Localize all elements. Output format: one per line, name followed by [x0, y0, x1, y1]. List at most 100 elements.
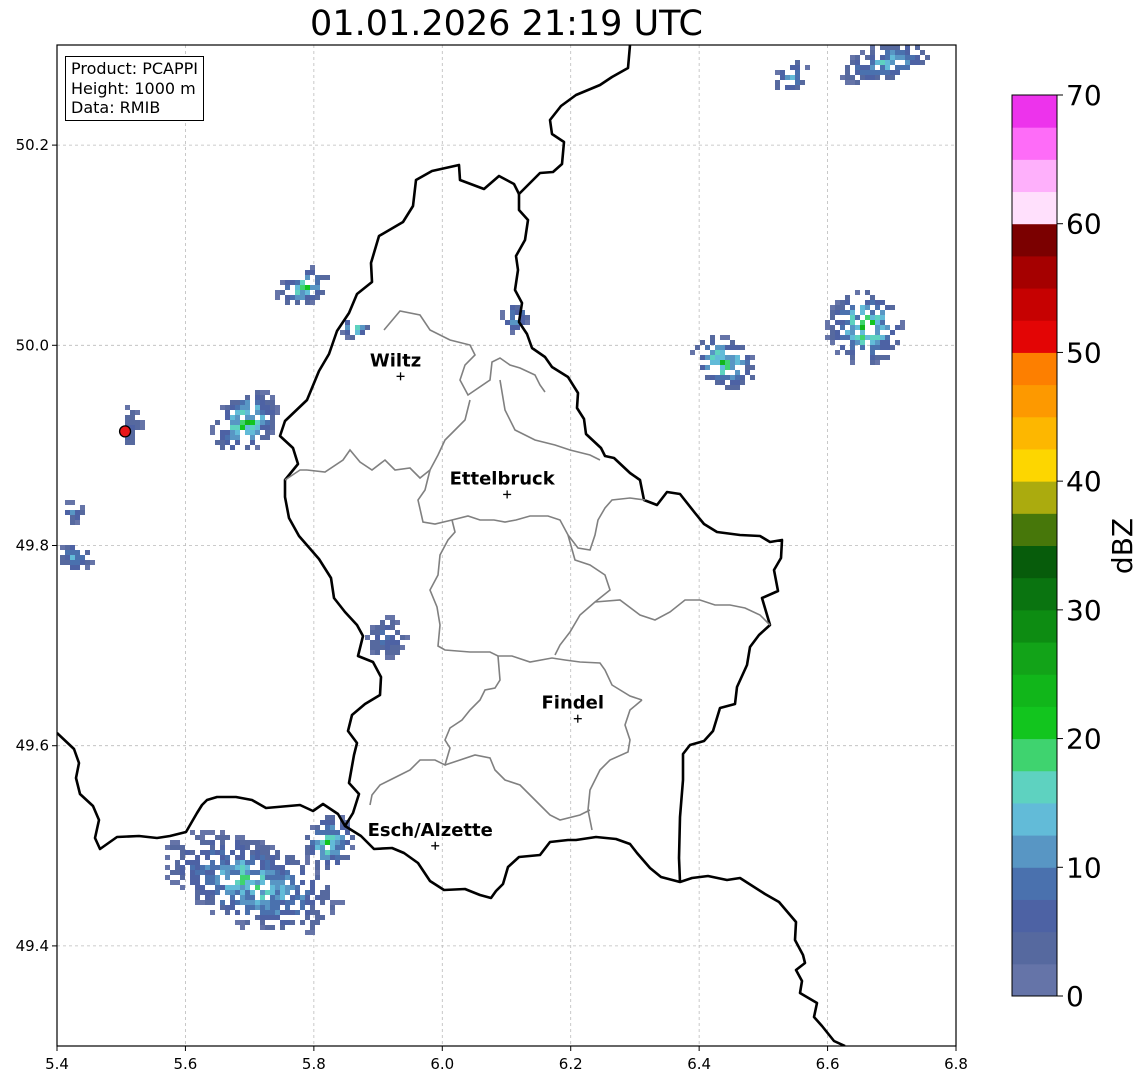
echo-pixel — [890, 75, 895, 80]
echo-pixel — [310, 920, 315, 925]
echo-radar-site — [120, 405, 145, 445]
echo-pixel — [270, 425, 275, 430]
colorbar-segment — [1012, 448, 1057, 482]
echo-pixel — [265, 890, 270, 895]
echo-pixel — [510, 310, 515, 315]
echo-pixel — [345, 325, 350, 330]
echo-pixel — [915, 55, 920, 60]
echo-pixel — [245, 845, 250, 850]
echo-pixel — [890, 70, 895, 75]
y-axis: 49.4 49.6 49.8 50.0 50.2 — [16, 136, 57, 955]
echo-pixel — [280, 920, 285, 925]
echo-pixel — [825, 325, 830, 330]
echo-pixel — [345, 335, 350, 340]
echo-pixel — [850, 60, 855, 65]
echo-pixel — [875, 345, 880, 350]
echo-pixel — [510, 320, 515, 325]
echo-pixel — [850, 330, 855, 335]
echo-pixel — [710, 350, 715, 355]
echo-pixel — [235, 420, 240, 425]
echo-pixel — [200, 830, 205, 835]
echo-pixel — [240, 405, 245, 410]
echo-pixel — [280, 895, 285, 900]
echo-pixel — [730, 345, 735, 350]
echo-pixel — [880, 340, 885, 345]
echo-pixel — [905, 60, 910, 65]
colorbar-segment — [1012, 577, 1057, 611]
echo-pixel — [230, 405, 235, 410]
echo-pixel — [305, 850, 310, 855]
echo-pixel — [210, 840, 215, 845]
echo-pixel — [860, 75, 865, 80]
echo-pixel — [870, 345, 875, 350]
echo-pixel — [290, 295, 295, 300]
echo-pixel — [255, 430, 260, 435]
echo-pixel — [125, 420, 130, 425]
echo-pixel — [400, 645, 405, 650]
echo-pixel — [200, 885, 205, 890]
echo-pixel — [850, 355, 855, 360]
echo-pixel — [245, 890, 250, 895]
colorbar-tick-label: 30 — [1066, 594, 1102, 627]
echo-pixel — [255, 395, 260, 400]
echo-pixel — [180, 845, 185, 850]
echo-pixel — [345, 320, 350, 325]
echo-pixel — [390, 655, 395, 660]
echo-pixel — [235, 845, 240, 850]
echo-pixel — [270, 890, 275, 895]
echo-pixel — [175, 860, 180, 865]
echo-pixel — [275, 905, 280, 910]
echo-pixel — [830, 305, 835, 310]
country-border-west — [278, 163, 521, 827]
echo-pixel — [345, 855, 350, 860]
echo-pixel — [65, 550, 70, 555]
echo-pixel — [525, 315, 530, 320]
echo-pixel — [295, 280, 300, 285]
echo-pixel — [315, 845, 320, 850]
echo-pixel — [225, 865, 230, 870]
country-border-southeast — [679, 874, 846, 1046]
echo-pixel — [250, 860, 255, 865]
echo-pixel — [710, 360, 715, 365]
echo-pixel — [245, 885, 250, 890]
echo-pixel — [405, 635, 410, 640]
echo-pixel — [895, 340, 900, 345]
echo-pixel — [255, 420, 260, 425]
y-tick-label: 49.6 — [16, 737, 49, 755]
echo-pixel — [890, 50, 895, 55]
colorbar-tick-label: 50 — [1066, 336, 1102, 369]
echo-pixel — [395, 620, 400, 625]
echo-pixel — [245, 870, 250, 875]
echo-pixel — [230, 900, 235, 905]
echo-pixel — [895, 40, 900, 45]
echo-pixel — [70, 545, 75, 550]
echo-pixel — [230, 420, 235, 425]
echo-pixel — [925, 55, 930, 60]
echo-pixel — [250, 440, 255, 445]
echo-pixel — [900, 320, 905, 325]
echo-pixel — [215, 875, 220, 880]
echo-pixel — [70, 555, 75, 560]
echo-pixel — [240, 885, 245, 890]
echo-pixel — [250, 905, 255, 910]
colorbar-segment — [1012, 706, 1057, 740]
echo-pixel — [750, 355, 755, 360]
echo-pixel — [295, 895, 300, 900]
echo-pixel — [210, 910, 215, 915]
echo-pixel — [715, 345, 720, 350]
echo-pixel — [380, 630, 385, 635]
echo-pixel — [255, 405, 260, 410]
echo-pixel — [225, 860, 230, 865]
echo-pixel — [210, 890, 215, 895]
echo-pixel — [715, 355, 720, 360]
echo-pixel — [320, 290, 325, 295]
echo-pixel — [720, 365, 725, 370]
echo-pixel — [300, 295, 305, 300]
echo-pixel — [245, 865, 250, 870]
echo-pixel — [385, 635, 390, 640]
echo-pixel — [345, 830, 350, 835]
echo-pixel — [875, 305, 880, 310]
colorbar-segment — [1012, 320, 1057, 353]
colorbar-segment — [1012, 513, 1057, 546]
echo-pixel — [80, 505, 85, 510]
